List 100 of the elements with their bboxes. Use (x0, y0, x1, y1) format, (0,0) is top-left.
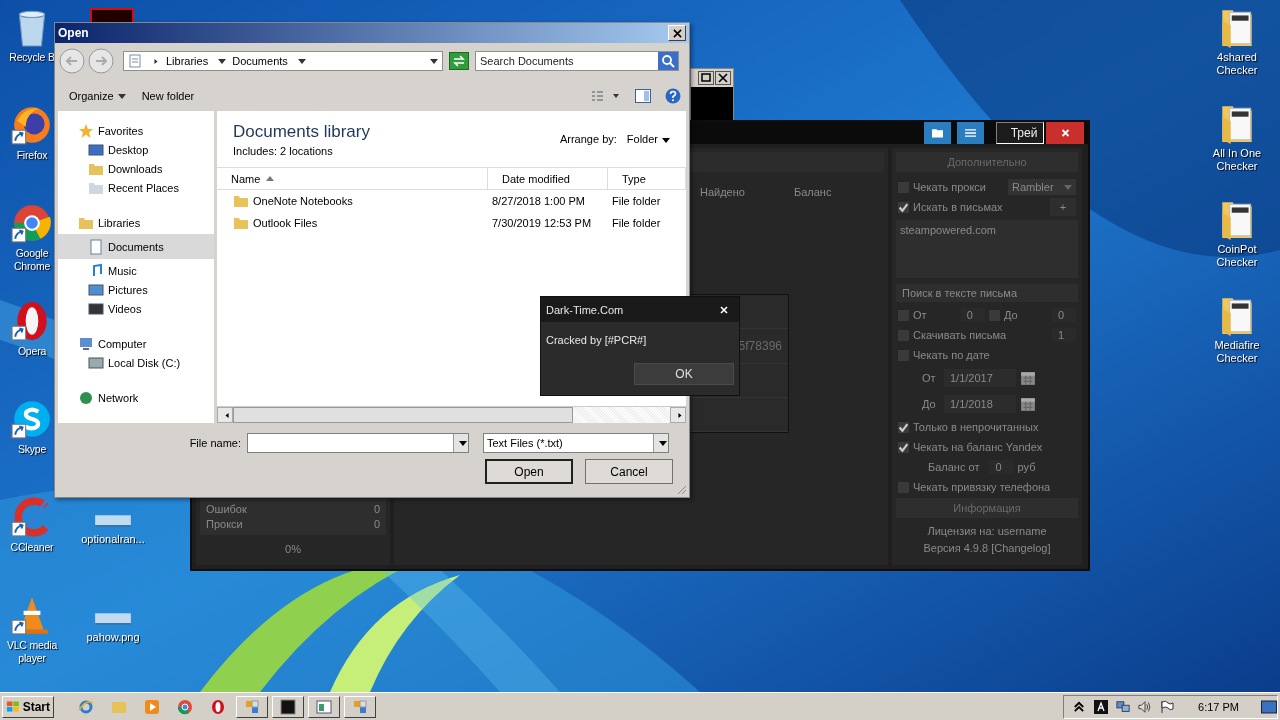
checkbox[interactable] (898, 441, 909, 453)
column-header[interactable]: Name (217, 168, 488, 189)
file-type-dropdown[interactable]: Text Files (*.txt) (483, 433, 669, 453)
message-title: Dark-Time.Com (546, 303, 624, 316)
nav-item[interactable]: Pictures (58, 280, 214, 299)
chevron-icon[interactable] (297, 58, 306, 64)
close-button[interactable] (668, 25, 686, 41)
breadcrumb[interactable]: Documents (232, 55, 288, 67)
text-area[interactable]: steampowered.com (896, 220, 1078, 278)
number-spinner[interactable]: 0 (1051, 308, 1076, 322)
search-icon (661, 54, 675, 68)
chrome-icon[interactable] (177, 698, 193, 715)
desktop-icon-label: Mediafire Checker (1213, 339, 1261, 365)
new-folder-button[interactable]: New folder (135, 88, 201, 104)
preview-pane-icon[interactable] (635, 88, 651, 104)
option-label: Скачивать письма (913, 329, 1008, 341)
nav-item[interactable]: Libraries (58, 213, 214, 232)
ok-button[interactable]: OK (634, 363, 734, 385)
menu-button[interactable] (957, 122, 984, 144)
file-name-field[interactable] (247, 433, 469, 453)
file-name: OneNote Notebooks (253, 195, 353, 207)
search-mode-dropdown[interactable]: Поиск в тексте письма (896, 284, 1078, 302)
add-button[interactable]: + (1050, 198, 1076, 216)
maximize-icon[interactable] (698, 71, 714, 85)
progress-text: 0% (284, 542, 302, 557)
chevron-up-icon[interactable] (1072, 699, 1087, 714)
refresh-icon[interactable] (449, 52, 469, 70)
calendar-icon[interactable] (1020, 370, 1036, 386)
breadcrumb[interactable]: Libraries (166, 55, 209, 67)
tray-button[interactable]: Трей (996, 122, 1044, 144)
column-header[interactable]: Date modified (488, 168, 608, 189)
option-label: Чекать по дате (913, 349, 990, 361)
chevron-icon[interactable] (152, 58, 160, 64)
help-icon[interactable] (665, 88, 681, 104)
nav-item[interactable]: Downloads (58, 159, 214, 178)
close-icon (672, 28, 682, 38)
horizontal-scrollbar[interactable] (217, 406, 686, 423)
panel-header: Дополнительно (896, 152, 1078, 172)
number-spinner[interactable]: 1 (1051, 328, 1076, 342)
checkbox[interactable] (898, 201, 909, 213)
stat-label: Ошибок (206, 502, 247, 517)
cancel-button[interactable]: Cancel (585, 459, 673, 484)
app-task-button[interactable] (344, 695, 376, 718)
terminal-task-button[interactable] (272, 695, 304, 718)
file-row[interactable]: Outlook Files 7/30/2019 12:53 PM File folder (217, 212, 686, 234)
desktop-icon-label: CCleaner (10, 541, 54, 554)
computer-icon (78, 335, 94, 352)
windows-logo-icon (6, 699, 21, 714)
skype-icon[interactable] (11, 398, 53, 440)
calendar-icon[interactable] (1020, 396, 1036, 412)
number-spinner[interactable]: 0 (960, 308, 985, 322)
file-name: Outlook Files (253, 217, 318, 229)
show-desktop-button[interactable] (1261, 699, 1277, 714)
date-field[interactable]: 1/1/2018 (944, 395, 1016, 413)
desktop-icon-label: pahow.png (86, 631, 140, 644)
file-row[interactable]: OneNote Notebooks 8/27/2018 1:00 PM File folder (217, 190, 686, 212)
drive-icon (88, 354, 104, 371)
search-box[interactable]: Search Documents (475, 51, 679, 71)
column-header[interactable]: Type (608, 168, 686, 189)
window-task-button[interactable] (308, 695, 340, 718)
info-text: Лицензия на: username (926, 524, 1048, 539)
address-bar[interactable]: Libraries Documents (123, 51, 443, 71)
close-icon[interactable] (715, 71, 731, 85)
start-button[interactable]: Start (2, 695, 54, 718)
volume-icon[interactable] (1138, 699, 1153, 714)
chrome-icon[interactable] (11, 202, 53, 244)
ie-icon[interactable] (78, 698, 94, 715)
fox-globe-icon[interactable] (11, 104, 53, 146)
nav-item[interactable]: Music (58, 261, 214, 280)
nav-item[interactable]: Network (58, 388, 214, 407)
flag-icon[interactable] (1160, 699, 1175, 714)
resize-grip-icon[interactable] (675, 483, 687, 495)
organize-menu[interactable]: Organize (63, 88, 132, 104)
folder-button[interactable] (924, 122, 951, 144)
search-button[interactable] (658, 52, 678, 70)
picture-frame-icon (88, 281, 104, 298)
nav-item[interactable]: Videos (58, 299, 214, 318)
nav-item[interactable]: Documents (58, 234, 214, 259)
nav-item[interactable]: Desktop (58, 140, 214, 159)
view-options-icon[interactable] (591, 89, 621, 103)
nav-item[interactable]: Local Disk (C:) (58, 353, 214, 372)
chevron-icon[interactable] (218, 58, 227, 64)
dropdown-arrow-icon[interactable] (430, 58, 438, 64)
locations-link[interactable]: 2 locations (280, 144, 333, 157)
left-arrow-icon[interactable] (223, 412, 231, 418)
open-button[interactable]: Open (485, 459, 573, 484)
checkbox[interactable] (898, 421, 909, 433)
number-spinner[interactable]: 0 (989, 460, 1014, 474)
app-task-button[interactable] (236, 695, 268, 718)
nav-item[interactable]: Computer (58, 334, 214, 353)
arrange-dropdown[interactable]: Folder (626, 133, 670, 145)
proxy-dropdown[interactable]: Rambler (1008, 179, 1076, 195)
keyboard-layout-icon[interactable] (1094, 699, 1109, 714)
nav-item[interactable]: Favorites (58, 121, 214, 140)
desktop-icon-label: 4shared Checker (1215, 51, 1259, 77)
date-field[interactable]: 1/1/2017 (944, 369, 1016, 387)
network-icon[interactable] (1116, 699, 1131, 714)
opera-icon[interactable] (210, 698, 226, 715)
nav-item[interactable]: Recent Places (58, 178, 214, 197)
right-arrow-icon[interactable] (676, 412, 684, 418)
